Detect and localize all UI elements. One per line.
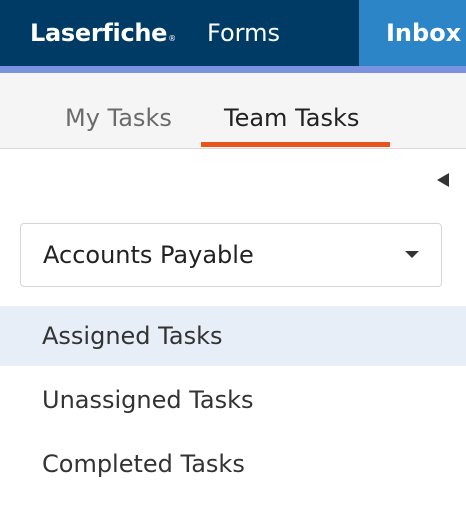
- logo-text: Laserfiche: [30, 19, 168, 47]
- caret-down-icon: [405, 251, 419, 258]
- list-item-label: Assigned Tasks: [42, 322, 223, 350]
- team-tasks-panel: Accounts Payable Assigned Tasks Unassign…: [0, 149, 466, 511]
- list-item-assigned-tasks[interactable]: Assigned Tasks: [0, 306, 466, 366]
- collapse-panel-icon[interactable]: [437, 170, 451, 190]
- registered-mark: ®: [168, 34, 176, 43]
- task-tabs: My Tasks Team Tasks: [0, 73, 466, 149]
- active-tab-indicator: [201, 142, 390, 147]
- tab-team-tasks[interactable]: Team Tasks: [224, 101, 359, 135]
- header-accent-bar: [0, 66, 466, 73]
- team-select-value: Accounts Payable: [43, 241, 254, 269]
- app-header: Laserfiche® Forms Inbox: [0, 0, 466, 66]
- list-item-label: Completed Tasks: [42, 450, 245, 478]
- team-select[interactable]: Accounts Payable: [20, 223, 442, 287]
- inbox-nav-tab[interactable]: Inbox: [359, 0, 466, 66]
- tab-my-tasks[interactable]: My Tasks: [65, 101, 172, 135]
- product-name: Forms: [207, 19, 280, 47]
- list-item-unassigned-tasks[interactable]: Unassigned Tasks: [0, 370, 466, 430]
- list-item-completed-tasks[interactable]: Completed Tasks: [0, 434, 466, 494]
- laserfiche-logo[interactable]: Laserfiche®: [30, 17, 176, 49]
- list-item-label: Unassigned Tasks: [42, 386, 254, 414]
